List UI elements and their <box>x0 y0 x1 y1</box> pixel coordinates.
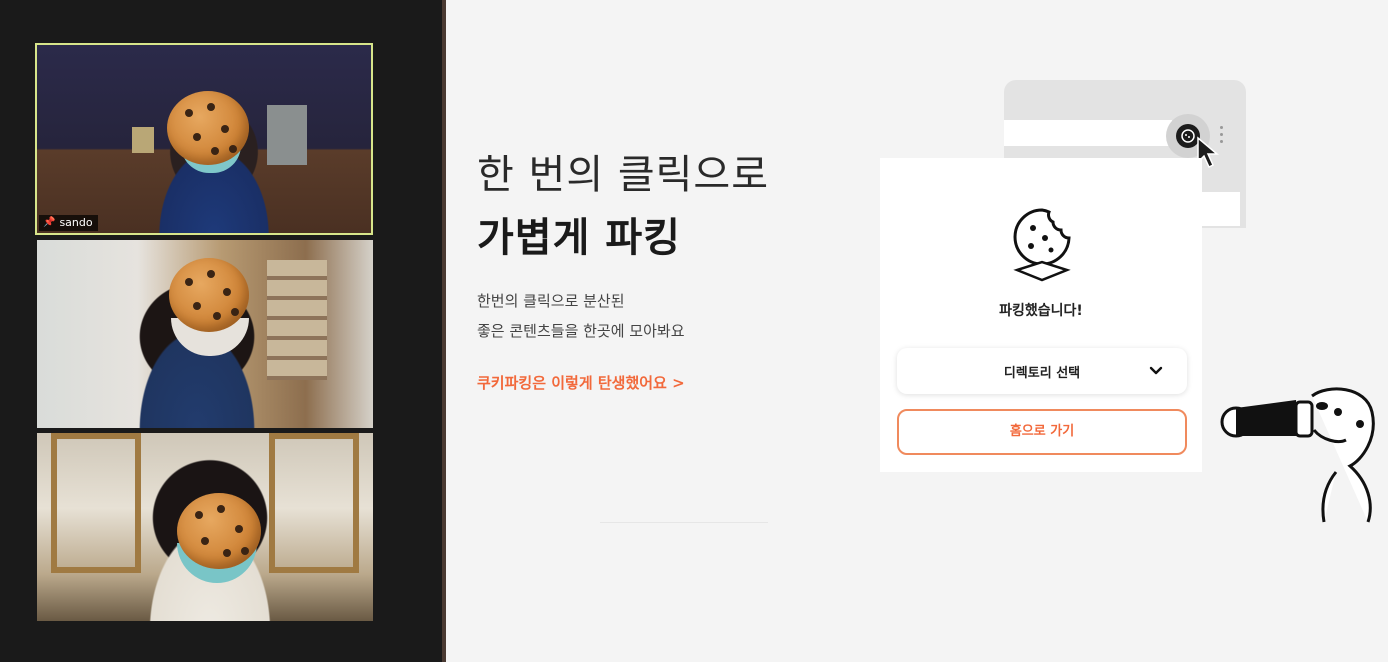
story-link[interactable]: 쿠키파킹은 이렇게 탄생했어요 > <box>477 372 685 393</box>
cookie-icon <box>1013 208 1071 282</box>
hero-title-line1: 한 번의 클릭으로 <box>477 152 770 198</box>
panel-edge <box>442 0 446 662</box>
participant-name-tag: 📌 sando <box>39 215 98 231</box>
video-call-panel: 📌 sando <box>0 0 446 662</box>
participant-name: sando <box>59 216 93 229</box>
directory-select-label: 디렉토리 선택 <box>1003 366 1081 381</box>
video-tile[interactable] <box>37 240 373 428</box>
pin-icon: 📌 <box>43 217 56 228</box>
seal-mascot-with-telescope-illustration <box>1220 387 1375 523</box>
hero-description-line1: 한번의 클릭으로 분산된 <box>477 292 625 310</box>
parked-status-text: 파킹했습니다! <box>999 303 1083 319</box>
chevron-down-icon <box>1149 366 1163 375</box>
video-tile-active-speaker[interactable]: 📌 sando <box>35 43 373 235</box>
address-bar-mock <box>1004 120 1172 146</box>
video-tile[interactable] <box>37 433 373 621</box>
page-content-mock <box>1200 192 1240 226</box>
hero-title-line2: 가볍게 파킹 <box>477 215 681 261</box>
home-button[interactable]: 홈으로 가기 <box>897 409 1187 455</box>
cookie-face-cover <box>177 493 261 569</box>
cookie-face-cover <box>169 258 249 332</box>
divider <box>600 522 768 523</box>
directory-select[interactable]: 디렉토리 선택 <box>897 348 1187 394</box>
cookie-face-cover <box>167 91 249 165</box>
hero-description-line2: 좋은 콘텐츠들을 한곳에 모아봐요 <box>477 322 685 340</box>
